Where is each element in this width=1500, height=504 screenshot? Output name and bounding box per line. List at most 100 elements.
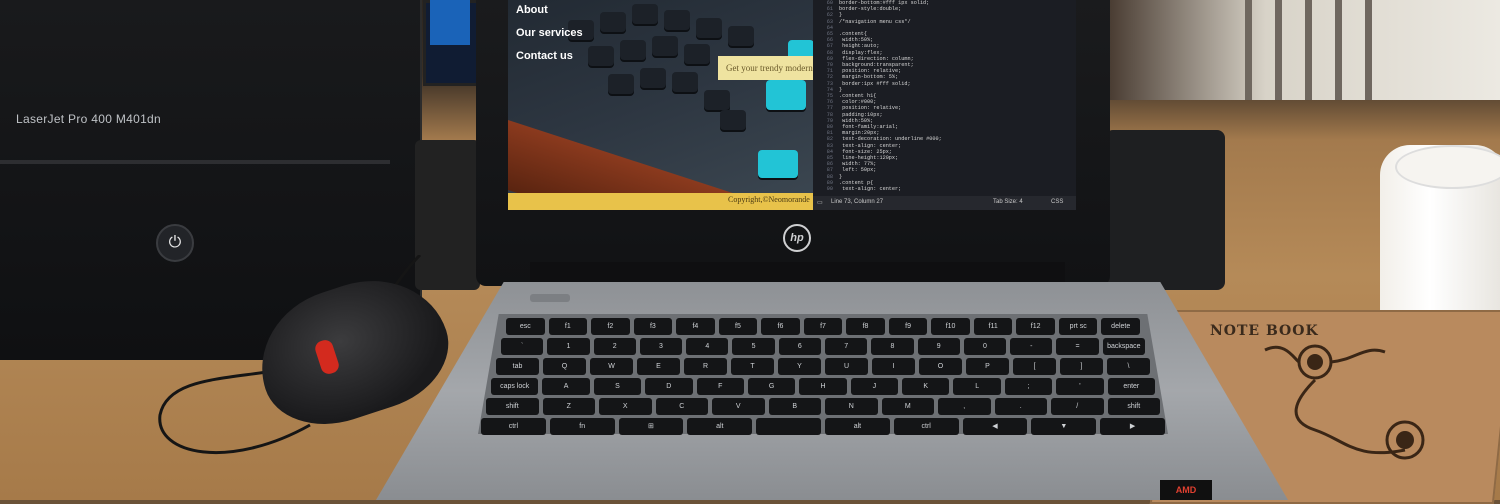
keyboard-key[interactable]: prt sc <box>1058 318 1098 335</box>
keyboard-key[interactable]: 2 <box>593 338 636 355</box>
keyboard-key[interactable]: I <box>872 358 915 375</box>
cursor-position[interactable]: Line 73, Column 27 <box>831 199 883 205</box>
keyboard-key[interactable]: f6 <box>761 318 800 335</box>
keyboard-key[interactable]: ; <box>1004 378 1053 395</box>
keyboard-key[interactable]: G <box>747 378 796 395</box>
keyboard-key[interactable]: / <box>1051 398 1104 415</box>
keyboard-key[interactable]: 6 <box>778 338 821 355</box>
keyboard-key[interactable]: 8 <box>871 338 914 355</box>
nav-link-contact[interactable]: Contact us <box>516 50 573 62</box>
keyboard-key[interactable]: shift <box>1107 398 1160 415</box>
keyboard-key[interactable]: B <box>768 398 821 415</box>
keyboard-key[interactable]: ' <box>1056 378 1104 395</box>
keyboard-key[interactable]: f5 <box>718 318 758 335</box>
keyboard-key[interactable]: L <box>953 378 1001 395</box>
keyboard-key[interactable]: ] <box>1060 358 1103 375</box>
code-text: width:50%; <box>839 37 874 44</box>
keyboard-key[interactable]: shift <box>486 398 539 415</box>
keyboard-key[interactable]: 7 <box>825 338 868 355</box>
keyboard-key[interactable]: , <box>938 398 991 415</box>
keyboard-key[interactable]: f12 <box>1016 318 1055 335</box>
keyboard-key[interactable]: H <box>799 378 847 395</box>
keyboard-key[interactable]: caps lock <box>491 378 539 395</box>
keyboard-key[interactable]: K <box>902 378 950 395</box>
keyboard-key[interactable]: Z <box>542 398 595 415</box>
keyboard-key[interactable]: 0 <box>963 338 1007 355</box>
notebook-title: NOTE BOOK <box>1210 323 1319 339</box>
keyboard-key[interactable]: W <box>590 358 633 375</box>
code-text: .content h1{ <box>839 93 877 99</box>
keyboard-key[interactable]: f11 <box>973 318 1013 335</box>
keyboard-key[interactable]: A <box>542 378 590 395</box>
keyboard-key[interactable]: fn <box>549 418 615 435</box>
laptop-screen[interactable]: About Our services Contact us Get your t… <box>508 0 1076 210</box>
printer-slot <box>0 160 390 164</box>
keyboard-key[interactable]: 3 <box>639 338 683 355</box>
code-text: padding:10px; <box>839 111 883 118</box>
keyboard-key[interactable]: delete <box>1101 318 1140 335</box>
keyboard-key[interactable]: C <box>655 398 708 415</box>
keyboard-key[interactable]: ◀ <box>962 418 1028 435</box>
keyboard-key[interactable]: N <box>825 398 878 415</box>
keyboard-key[interactable]: ▼ <box>1031 418 1097 435</box>
nav-link-services[interactable]: Our services <box>516 27 583 39</box>
keyboard-key[interactable]: F <box>696 378 744 395</box>
keyboard-key[interactable]: tab <box>496 358 539 375</box>
code-editor-pane[interactable]: 60 border-bottom:#fff 1px solid; 61 border-… <box>813 0 1076 210</box>
keyboard-key[interactable]: f8 <box>846 318 885 335</box>
keyboard-key[interactable]: Q <box>543 358 586 375</box>
code-text: margin:20px; <box>839 130 880 137</box>
website-preview-pane[interactable]: About Our services Contact us Get your t… <box>508 0 813 210</box>
keyboard-key[interactable]: ` <box>501 338 544 355</box>
keyboard-key[interactable]: enter <box>1107 378 1155 395</box>
keyboard-key[interactable]: f10 <box>931 318 970 335</box>
code-line[interactable]: 90 text-align: center; <box>813 186 902 193</box>
keyboard-key[interactable]: Y <box>778 358 821 375</box>
keyboard-key[interactable]: f2 <box>591 318 630 335</box>
keyboard-key[interactable]: backspace <box>1102 338 1145 355</box>
keyboard-key[interactable]: f9 <box>888 318 928 335</box>
keyboard-key[interactable]: U <box>825 358 868 375</box>
code-text: border:1px #fff solid; <box>839 80 911 87</box>
code-text: left: 50px; <box>839 167 877 174</box>
keyboard-key[interactable]: f3 <box>633 318 673 335</box>
keyboard-key[interactable]: S <box>593 378 642 395</box>
window-railing <box>1245 0 1252 100</box>
keyboard-key[interactable]: ctrl <box>893 418 959 435</box>
language-indicator[interactable]: CSS <box>1051 199 1063 205</box>
keyboard-key[interactable]: esc <box>506 318 545 335</box>
tab-size-indicator[interactable]: Tab Size: 4 <box>993 199 1023 205</box>
keyboard-key[interactable]: E <box>637 358 680 375</box>
keyboard-key[interactable]: \ <box>1107 358 1150 375</box>
keyboard-key[interactable]: f4 <box>676 318 715 335</box>
keyboard-key[interactable]: D <box>645 378 693 395</box>
keyboard-key[interactable]: 1 <box>547 338 590 355</box>
keyboard-key[interactable]: ▶ <box>1100 418 1165 435</box>
keyboard-key[interactable]: . <box>994 398 1047 415</box>
keyboard-key[interactable]: 4 <box>686 338 729 355</box>
nav-link-about[interactable]: About <box>516 4 548 16</box>
keyboard-key[interactable]: f1 <box>548 318 588 335</box>
keyboard-key[interactable]: T <box>731 358 774 375</box>
keyboard-key[interactable]: V <box>712 398 765 415</box>
keyboard-key[interactable]: alt <box>825 418 890 435</box>
power-key[interactable] <box>530 294 570 302</box>
keyboard-key[interactable]: P <box>966 358 1009 375</box>
code-text: } <box>839 173 843 180</box>
keyboard-key[interactable]: R <box>684 358 727 375</box>
printer-label: LaserJet Pro 400 M401dn <box>16 112 161 126</box>
keyboard-key[interactable]: 5 <box>732 338 775 355</box>
keyboard-key[interactable]: alt <box>687 418 753 435</box>
keyboard-key[interactable]: [ <box>1013 358 1056 375</box>
keyboard-key[interactable]: f7 <box>803 318 843 335</box>
keyboard-key[interactable]: ⊞ <box>618 418 684 435</box>
keyboard-key[interactable]: X <box>599 398 652 415</box>
keyboard-key[interactable]: - <box>1010 338 1053 355</box>
keyboard-key[interactable]: M <box>881 398 934 415</box>
keyboard-key[interactable]: = <box>1056 338 1099 355</box>
keyboard-key[interactable]: ctrl <box>481 418 546 435</box>
keyboard-key[interactable]: J <box>850 378 899 395</box>
keyboard-key[interactable]: 9 <box>917 338 960 355</box>
keyboard-key[interactable] <box>756 418 821 435</box>
keyboard-key[interactable]: O <box>919 358 962 375</box>
